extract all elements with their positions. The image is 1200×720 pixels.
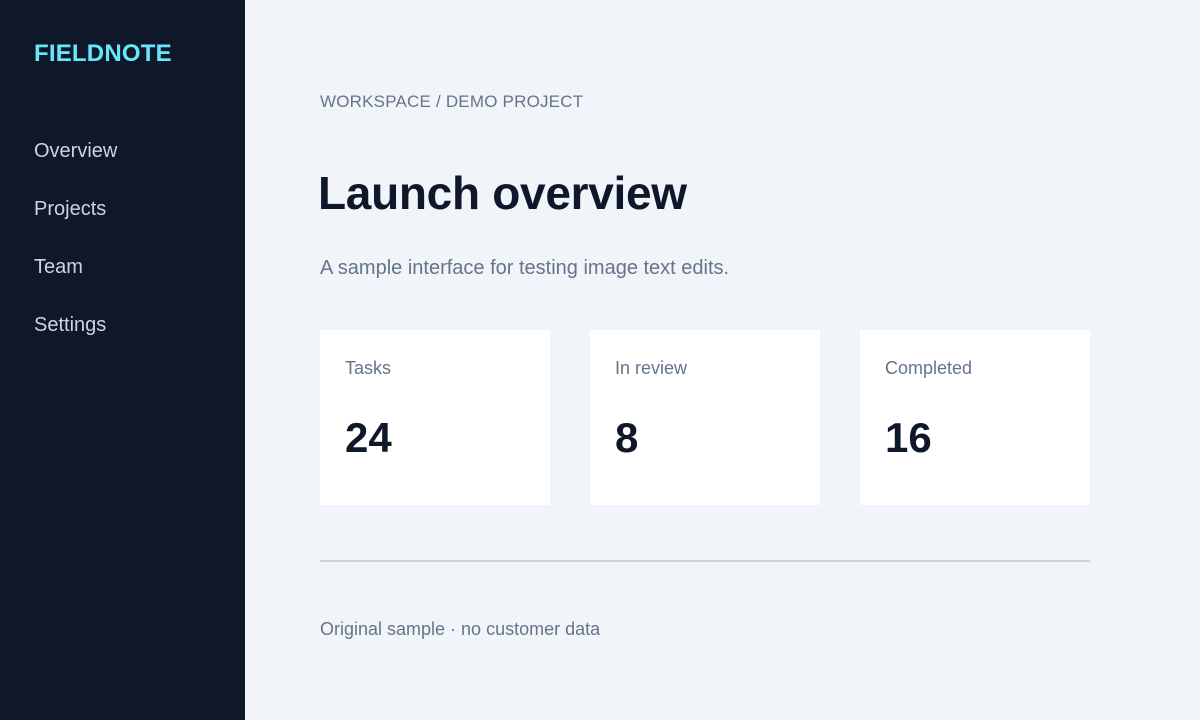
stat-card-label: In review (615, 358, 688, 378)
stat-card-in-review: In review 8 (590, 330, 820, 505)
brand-logo[interactable]: FIELDNOTE (34, 40, 172, 68)
stat-card-tasks: Tasks 24 (320, 330, 550, 505)
sidebar-item-team[interactable]: Team (34, 254, 117, 312)
stat-cards: Tasks 24 In review 8 Completed 16 (320, 330, 1090, 505)
stat-card-value: 24 (345, 414, 392, 461)
stat-card-value: 8 (615, 414, 639, 461)
stat-card-completed: Completed 16 (860, 330, 1090, 505)
sidebar: FIELDNOTE Overview Projects Team Setting… (0, 0, 245, 720)
app-window: FIELDNOTE Overview Projects Team Setting… (0, 0, 1200, 720)
divider (320, 560, 1090, 562)
stat-card-label: Completed (885, 358, 973, 378)
sidebar-nav: Overview Projects Team Settings (34, 138, 117, 370)
footer-note: Original sample · no customer data (320, 619, 601, 639)
breadcrumb: WORKSPACE / DEMO PROJECT (320, 92, 584, 111)
stat-card-label: Tasks (345, 358, 392, 378)
sidebar-item-projects[interactable]: Projects (34, 196, 117, 254)
sidebar-item-overview[interactable]: Overview (34, 138, 117, 196)
sidebar-item-settings[interactable]: Settings (34, 312, 117, 370)
page-title: Launch overview (318, 167, 687, 219)
stat-card-value: 16 (885, 414, 932, 461)
main-content: WORKSPACE / DEMO PROJECT Launch overview… (245, 0, 1200, 720)
page-subtitle: A sample interface for testing image tex… (320, 257, 730, 279)
